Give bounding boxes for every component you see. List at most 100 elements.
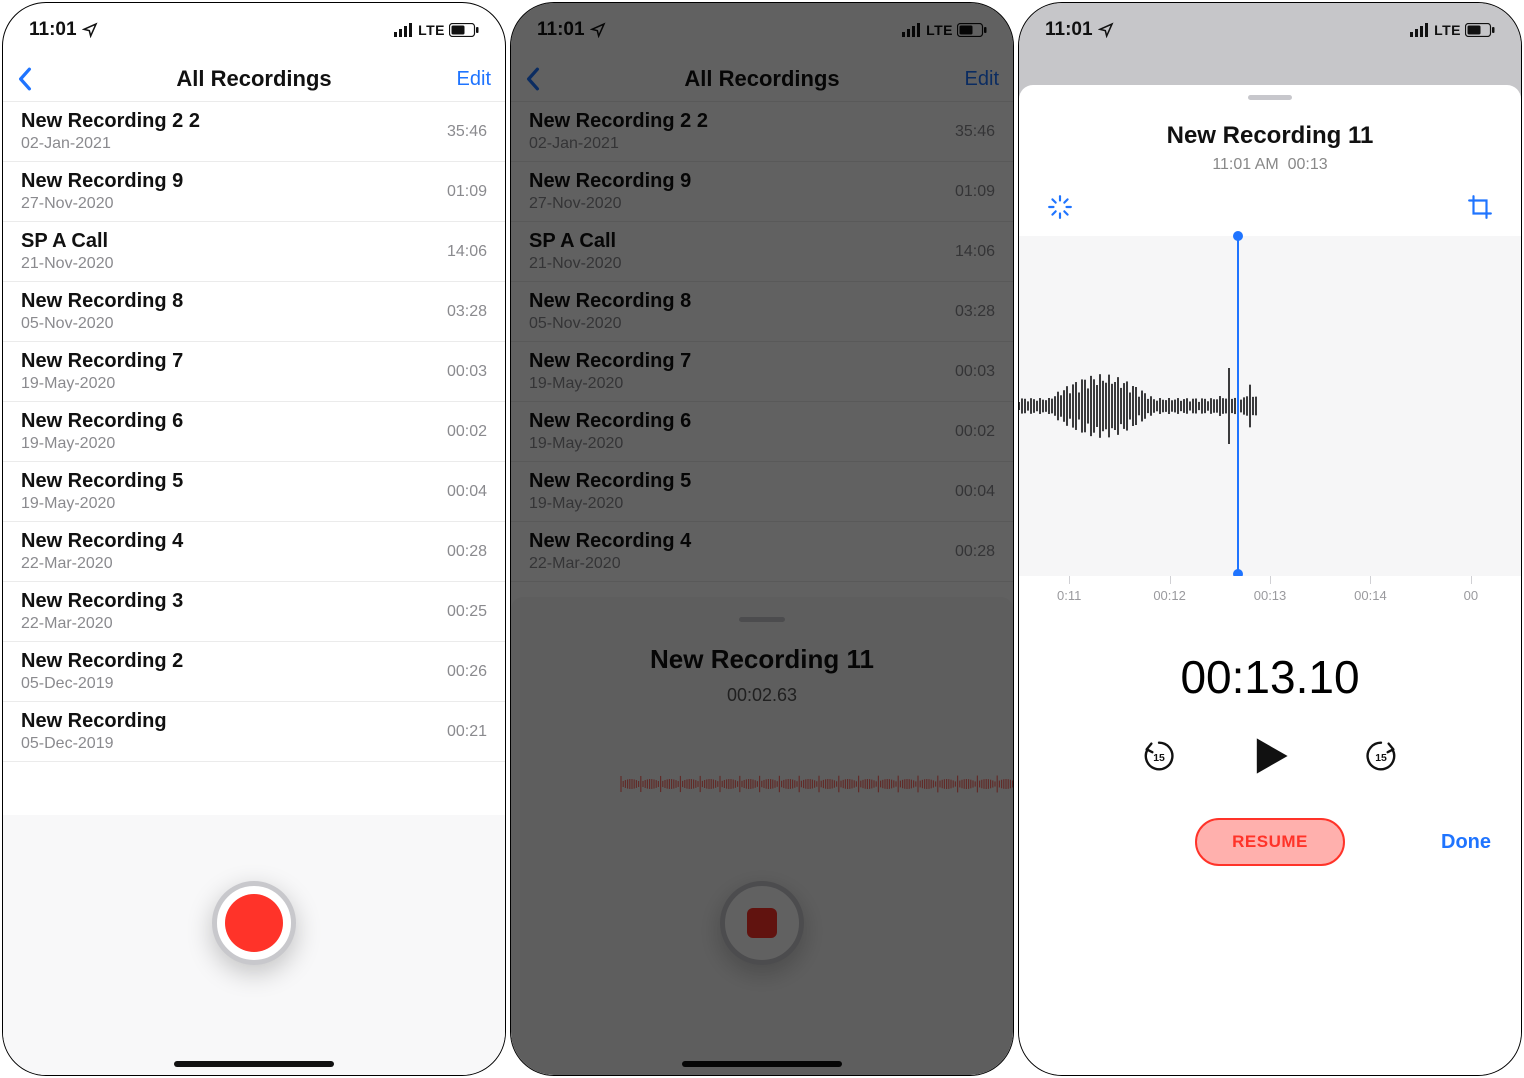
- editor-title: New Recording 11: [1019, 122, 1521, 150]
- recording-title: New Recording 8: [529, 290, 691, 313]
- recording-duration: 00:28: [955, 543, 995, 561]
- recording-date: 19-May-2020: [21, 435, 183, 453]
- table-row[interactable]: New Recording 519-May-202000:04: [3, 462, 505, 522]
- table-row[interactable]: New Recording05-Dec-201900:21: [3, 702, 505, 762]
- table-row[interactable]: New Recording 519-May-202000:04: [511, 462, 1013, 522]
- recording-date: 27-Nov-2020: [21, 195, 183, 213]
- recording-title: New Recording 5: [21, 470, 183, 493]
- table-row[interactable]: New Recording 719-May-202000:03: [3, 342, 505, 402]
- recordings-list: New Recording 2 202-Jan-202135:46New Rec…: [511, 101, 1013, 582]
- table-row[interactable]: New Recording 619-May-202000:02: [511, 402, 1013, 462]
- recording-duration: 01:09: [955, 183, 995, 201]
- recording-title: New Recording 5: [529, 470, 691, 493]
- grab-handle[interactable]: [1248, 95, 1292, 100]
- home-indicator[interactable]: [174, 1061, 334, 1067]
- resume-button[interactable]: RESUME: [1195, 818, 1345, 866]
- ruler-tick: 00:12: [1119, 576, 1219, 606]
- recording-date: 21-Nov-2020: [529, 255, 622, 273]
- table-row[interactable]: New Recording 322-Mar-202000:25: [3, 582, 505, 642]
- ruler-tick: 00: [1421, 576, 1521, 606]
- recording-date: 02-Jan-2021: [529, 135, 708, 153]
- table-row[interactable]: SP A Call21-Nov-202014:06: [3, 222, 505, 282]
- grab-handle[interactable]: [739, 617, 785, 622]
- table-row[interactable]: New Recording 2 202-Jan-202135:46: [3, 102, 505, 162]
- nav-title: All Recordings: [3, 66, 505, 92]
- recording-duration: 35:46: [447, 123, 487, 141]
- svg-text:15: 15: [1375, 753, 1387, 764]
- waveform-area[interactable]: 0:1100:1200:1300:1400: [1019, 236, 1521, 606]
- screen-recording: 11:01 LTE All Recordings Edit New Record…: [510, 2, 1014, 1076]
- table-row[interactable]: New Recording 719-May-202000:03: [511, 342, 1013, 402]
- nav-bar: All Recordings Edit: [3, 57, 505, 101]
- recording-duration: 00:25: [447, 603, 487, 621]
- table-row[interactable]: New Recording 619-May-202000:02: [3, 402, 505, 462]
- recording-title: New Recording 8: [21, 290, 183, 313]
- recording-title: New Recording 9: [529, 170, 691, 193]
- back-icon[interactable]: [17, 67, 33, 91]
- recording-title: New Recording 9: [21, 170, 183, 193]
- table-row[interactable]: New Recording 422-Mar-202000:28: [3, 522, 505, 582]
- recording-date: 19-May-2020: [529, 375, 691, 393]
- recording-duration: 35:46: [955, 123, 995, 141]
- recording-duration: 14:06: [955, 243, 995, 261]
- crop-icon[interactable]: [1467, 194, 1493, 220]
- table-row[interactable]: SP A Call 21-Nov-2020 14:06: [511, 222, 1013, 282]
- nav-title: All Recordings: [511, 66, 1013, 92]
- back-icon[interactable]: [525, 67, 541, 91]
- sheet-title: New Recording 11: [511, 644, 1013, 675]
- recording-title: New Recording 4: [21, 530, 183, 553]
- stop-button[interactable]: [720, 881, 804, 965]
- sheet-elapsed: 00:02.63: [511, 685, 1013, 706]
- recording-date: 22-Mar-2020: [21, 555, 183, 573]
- recording-date: 27-Nov-2020: [529, 195, 691, 213]
- recording-date: 22-Mar-2020: [21, 615, 183, 633]
- battery-icon: [957, 23, 987, 37]
- status-net: LTE: [418, 22, 445, 38]
- enhance-icon[interactable]: [1047, 194, 1073, 220]
- location-icon: [590, 22, 606, 38]
- record-footer: [3, 815, 505, 1075]
- table-row[interactable]: New Recording 422-Mar-202000:28: [511, 522, 1013, 582]
- table-row[interactable]: New Recording 9 27-Nov-2020 01:09: [511, 162, 1013, 222]
- recording-date: 05-Nov-2020: [529, 315, 691, 333]
- recording-date: 22-Mar-2020: [529, 555, 691, 573]
- location-icon: [1098, 22, 1114, 38]
- recording-duration: 00:21: [447, 723, 487, 741]
- recording-date: 19-May-2020: [21, 495, 183, 513]
- play-icon[interactable]: [1248, 734, 1292, 778]
- recording-date: 05-Nov-2020: [21, 315, 183, 333]
- record-start-icon: [225, 894, 283, 952]
- recording-duration: 14:06: [447, 243, 487, 261]
- table-row[interactable]: New Recording 927-Nov-202001:09: [3, 162, 505, 222]
- current-time: 00:13.10: [1019, 650, 1521, 704]
- status-time: 11:01: [29, 19, 77, 41]
- recording-date: 19-May-2020: [529, 435, 691, 453]
- table-row[interactable]: New Recording 205-Dec-201900:26: [3, 642, 505, 702]
- recording-title: New Recording: [21, 710, 167, 733]
- table-row[interactable]: New Recording 805-Nov-202003:28: [511, 282, 1013, 342]
- status-time: 11:01: [537, 19, 585, 41]
- recording-title: SP A Call: [529, 230, 622, 253]
- recording-title: New Recording 7: [21, 350, 183, 373]
- record-button[interactable]: [212, 881, 296, 965]
- recording-duration: 00:03: [955, 363, 995, 381]
- recording-date: 21-Nov-2020: [21, 255, 114, 273]
- recording-duration: 00:26: [447, 663, 487, 681]
- ruler-tick: 00:13: [1220, 576, 1320, 606]
- done-button[interactable]: Done: [1431, 831, 1491, 854]
- edit-button[interactable]: Edit: [965, 68, 999, 91]
- recording-duration: 00:02: [447, 423, 487, 441]
- signal-icon: [902, 23, 922, 37]
- rewind-15-icon[interactable]: 15: [1140, 737, 1178, 775]
- home-indicator[interactable]: [682, 1061, 842, 1067]
- recording-date: 02-Jan-2021: [21, 135, 200, 153]
- table-row[interactable]: New Recording 805-Nov-202003:28: [3, 282, 505, 342]
- table-row[interactable]: New Recording 2 202-Jan-202135:46: [511, 102, 1013, 162]
- recording-date: 05-Dec-2019: [21, 675, 183, 693]
- waveform: [1019, 236, 1522, 606]
- recording-duration: 00:04: [955, 483, 995, 501]
- playhead[interactable]: [1237, 236, 1239, 574]
- edit-button[interactable]: Edit: [457, 68, 491, 91]
- forward-15-icon[interactable]: 15: [1362, 737, 1400, 775]
- ruler-tick: 00:14: [1320, 576, 1420, 606]
